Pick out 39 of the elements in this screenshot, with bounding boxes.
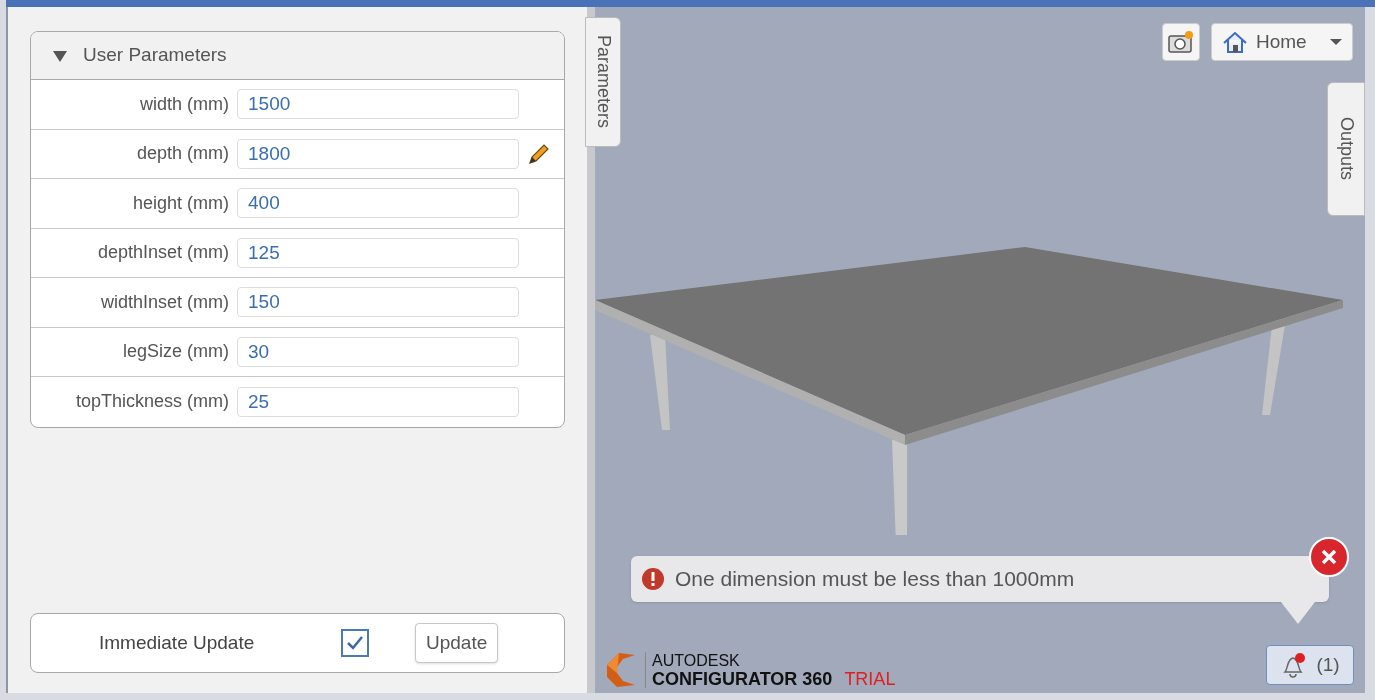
logo-icon: [605, 651, 637, 689]
error-icon: [641, 567, 665, 591]
checkmark-icon: [346, 635, 364, 651]
parameter-label: widthInset (mm): [99, 290, 230, 314]
home-view-dropdown[interactable]: Home: [1211, 23, 1353, 61]
parameter-label: depth (mm): [135, 142, 230, 166]
parameter-label: height (mm): [131, 191, 230, 215]
update-button[interactable]: Update: [415, 623, 499, 663]
parameter-input[interactable]: 150: [237, 287, 519, 318]
outputs-tab[interactable]: Outputs: [1327, 82, 1365, 216]
close-notification-button[interactable]: [1309, 537, 1349, 577]
parameter-input[interactable]: 30: [237, 336, 519, 367]
parameter-label: topThickness (mm): [74, 390, 230, 414]
panel-title: User Parameters: [83, 43, 227, 68]
product-name: CONFIGURATOR 360: [652, 670, 833, 688]
notifications-button[interactable]: (1): [1266, 645, 1354, 685]
company-name: AUTODESK: [652, 652, 741, 670]
parameter-label: legSize (mm): [122, 340, 230, 364]
immediate-update-label: Immediate Update: [99, 630, 256, 655]
bell-icon: [1280, 652, 1307, 678]
panel-header[interactable]: User Parameters: [31, 32, 564, 80]
parameter-input[interactable]: 400: [237, 188, 519, 219]
parameter-input[interactable]: 25: [237, 386, 519, 417]
parameter-input[interactable]: 1500: [237, 89, 519, 120]
parameter-label: width (mm): [139, 92, 230, 116]
screenshot-button[interactable]: [1162, 23, 1200, 61]
error-message: One dimension must be less than 1000mm: [675, 566, 1075, 593]
home-icon: [1222, 31, 1248, 53]
immediate-update-checkbox[interactable]: [341, 629, 369, 657]
parameters-tab[interactable]: Parameters: [585, 17, 621, 147]
callout-pointer: [1281, 602, 1315, 624]
parameter-label: depthInset (mm): [96, 241, 230, 265]
parameter-input[interactable]: 125: [237, 237, 519, 268]
parameter-input[interactable]: 1800: [237, 138, 519, 169]
trial-label: TRIAL: [844, 670, 896, 688]
caret-icon: [1330, 38, 1342, 46]
close-icon: [1321, 549, 1337, 565]
collapse-triangle-icon[interactable]: [53, 49, 67, 62]
camera-icon: [1168, 30, 1194, 54]
